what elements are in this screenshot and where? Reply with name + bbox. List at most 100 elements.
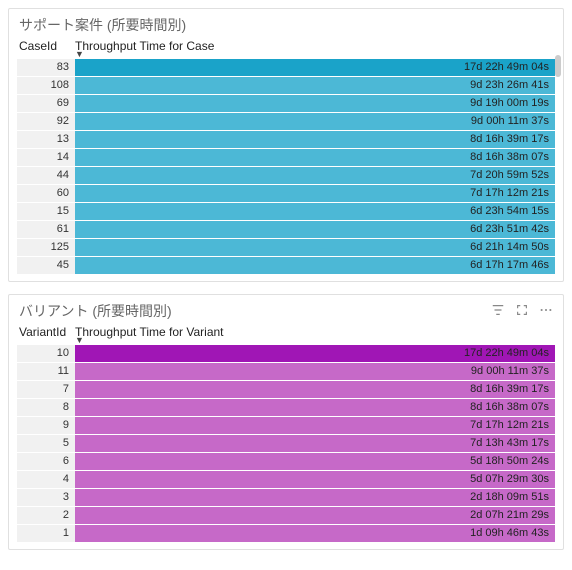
- chart-rows: 83 17d 22h 49m 04s 108 9d 23h 26m 41s 69 9d 1…: [17, 59, 555, 274]
- row-bar-cell: 9d 19h 00m 19s: [75, 95, 555, 112]
- bar-value-label: 6d 23h 51m 42s: [470, 221, 549, 238]
- row-bar-cell: 7d 13h 43m 17s: [75, 435, 555, 452]
- table-row[interactable]: 92 9d 00h 11m 37s: [17, 113, 555, 130]
- table-row[interactable]: 45 6d 17h 17m 46s: [17, 257, 555, 274]
- row-id: 9: [17, 417, 75, 434]
- table-row[interactable]: 5 7d 13h 43m 17s: [17, 435, 555, 452]
- row-id: 6: [17, 453, 75, 470]
- bar-value-label: 7d 17h 12m 21s: [470, 417, 549, 434]
- bar-value-label: 8d 16h 38m 07s: [470, 399, 549, 416]
- bar-value-label: 9d 00h 11m 37s: [471, 113, 549, 130]
- table-row[interactable]: 1 1d 09h 46m 43s: [17, 525, 555, 542]
- row-bar-cell: 8d 16h 39m 17s: [75, 131, 555, 148]
- row-bar-cell: 7d 17h 12m 21s: [75, 417, 555, 434]
- row-id: 44: [17, 167, 75, 184]
- row-bar-cell: 8d 16h 38m 07s: [75, 149, 555, 166]
- bar-value-label: 1d 09h 46m 43s: [470, 525, 549, 542]
- bar-value-label: 2d 07h 21m 29s: [470, 507, 549, 524]
- table-row[interactable]: 13 8d 16h 39m 17s: [17, 131, 555, 148]
- scrollbar-thumb[interactable]: [555, 55, 561, 77]
- row-bar-cell: 9d 00h 11m 37s: [75, 113, 555, 130]
- table-row[interactable]: 2 2d 07h 21m 29s: [17, 507, 555, 524]
- bar-value-label: 5d 07h 29m 30s: [470, 471, 549, 488]
- column-headers: VariantIdThroughput Time for Variant▼: [17, 323, 555, 345]
- row-bar-cell: 6d 21h 14m 50s: [75, 239, 555, 256]
- table-row[interactable]: 15 6d 23h 54m 15s: [17, 203, 555, 220]
- bar-value-label: 8d 16h 39m 17s: [470, 381, 549, 398]
- row-id: 60: [17, 185, 75, 202]
- row-id: 2: [17, 507, 75, 524]
- table-row[interactable]: 6 5d 18h 50m 24s: [17, 453, 555, 470]
- bar-value-label: 8d 16h 39m 17s: [470, 131, 549, 148]
- panel-toolbar: [491, 303, 555, 320]
- column-header-metric[interactable]: Throughput Time for Variant▼: [75, 325, 555, 343]
- bar-value-label: 2d 18h 09m 51s: [470, 489, 549, 506]
- row-bar-cell: 9d 23h 26m 41s: [75, 77, 555, 94]
- filter-icon[interactable]: [491, 303, 505, 320]
- table-row[interactable]: 8 8d 16h 38m 07s: [17, 399, 555, 416]
- row-id: 108: [17, 77, 75, 94]
- bar-value-label: 9d 19h 00m 19s: [470, 95, 549, 112]
- row-id: 125: [17, 239, 75, 256]
- table-row[interactable]: 69 9d 19h 00m 19s: [17, 95, 555, 112]
- focus-mode-icon[interactable]: [515, 303, 529, 320]
- table-row[interactable]: 78d 16h 39m 17s: [17, 381, 555, 398]
- row-bar-cell: 2d 18h 09m 51s: [75, 489, 555, 506]
- bar-value-label: 9d 23h 26m 41s: [470, 77, 549, 94]
- row-bar-cell: 8d 16h 39m 17s: [75, 381, 555, 398]
- table-row[interactable]: 44 7d 20h 59m 52s: [17, 167, 555, 184]
- row-id: 1: [17, 525, 75, 542]
- row-bar-cell: 7d 17h 12m 21s: [75, 185, 555, 202]
- row-id: 11: [17, 363, 75, 380]
- column-header-id[interactable]: VariantId: [17, 325, 75, 343]
- row-id: 83: [17, 59, 75, 76]
- table-row[interactable]: 9 7d 17h 12m 21s: [17, 417, 555, 434]
- more-options-icon[interactable]: [539, 303, 553, 320]
- row-bar-cell: 6d 23h 54m 15s: [75, 203, 555, 220]
- table-row[interactable]: 607d 17h 12m 21s: [17, 185, 555, 202]
- bar-value-label: 7d 20h 59m 52s: [470, 167, 549, 184]
- row-id: 69: [17, 95, 75, 112]
- panel-header: バリアント (所要時間別): [17, 299, 555, 323]
- row-bar-cell: 8d 16h 38m 07s: [75, 399, 555, 416]
- column-header-metric[interactable]: Throughput Time for Case▼: [75, 39, 555, 57]
- column-headers: CaseIdThroughput Time for Case▼: [17, 37, 555, 59]
- row-bar-cell: 5d 07h 29m 30s: [75, 471, 555, 488]
- row-id: 5: [17, 435, 75, 452]
- row-bar-cell: 6d 23h 51m 42s: [75, 221, 555, 238]
- row-id: 15: [17, 203, 75, 220]
- bar-value-label: 9d 00h 11m 37s: [471, 363, 549, 380]
- bar-value-label: 17d 22h 49m 04s: [464, 59, 549, 76]
- table-row[interactable]: 125 6d 21h 14m 50s: [17, 239, 555, 256]
- row-id: 45: [17, 257, 75, 274]
- row-bar-cell: 7d 20h 59m 52s: [75, 167, 555, 184]
- row-bar-cell: 2d 07h 21m 29s: [75, 507, 555, 524]
- table-row[interactable]: 83 17d 22h 49m 04s: [17, 59, 555, 76]
- table-row[interactable]: 11 9d 00h 11m 37s: [17, 363, 555, 380]
- row-id: 8: [17, 399, 75, 416]
- panel-title: サポート案件 (所要時間別): [17, 13, 186, 37]
- table-row[interactable]: 108 9d 23h 26m 41s: [17, 77, 555, 94]
- row-id: 13: [17, 131, 75, 148]
- bar-value-label: 6d 21h 14m 50s: [470, 239, 549, 256]
- table-row[interactable]: 32d 18h 09m 51s: [17, 489, 555, 506]
- row-id: 61: [17, 221, 75, 238]
- column-header-id[interactable]: CaseId: [17, 39, 75, 57]
- panel-title: バリアント (所要時間別): [17, 299, 172, 323]
- bar-value-label: 6d 17h 17m 46s: [470, 257, 549, 274]
- table-row[interactable]: 61 6d 23h 51m 42s: [17, 221, 555, 238]
- table-row[interactable]: 148d 16h 38m 07s: [17, 149, 555, 166]
- row-bar-cell: 17d 22h 49m 04s: [75, 59, 555, 76]
- row-id: 92: [17, 113, 75, 130]
- panel-header: サポート案件 (所要時間別): [17, 13, 555, 37]
- bar-value-label: 7d 13h 43m 17s: [470, 435, 549, 452]
- row-bar-cell: 6d 17h 17m 46s: [75, 257, 555, 274]
- bar-value-label: 5d 18h 50m 24s: [470, 453, 549, 470]
- table-row[interactable]: 45d 07h 29m 30s: [17, 471, 555, 488]
- panel-0: サポート案件 (所要時間別)CaseIdThroughput Time for …: [8, 8, 564, 282]
- row-id: 10: [17, 345, 75, 362]
- bar-value-label: 6d 23h 54m 15s: [470, 203, 549, 220]
- bar-value-label: 8d 16h 38m 07s: [470, 149, 549, 166]
- table-row[interactable]: 1017d 22h 49m 04s: [17, 345, 555, 362]
- chart-rows: 1017d 22h 49m 04s11 9d 00h 11m 37s78d 16h…: [17, 345, 555, 542]
